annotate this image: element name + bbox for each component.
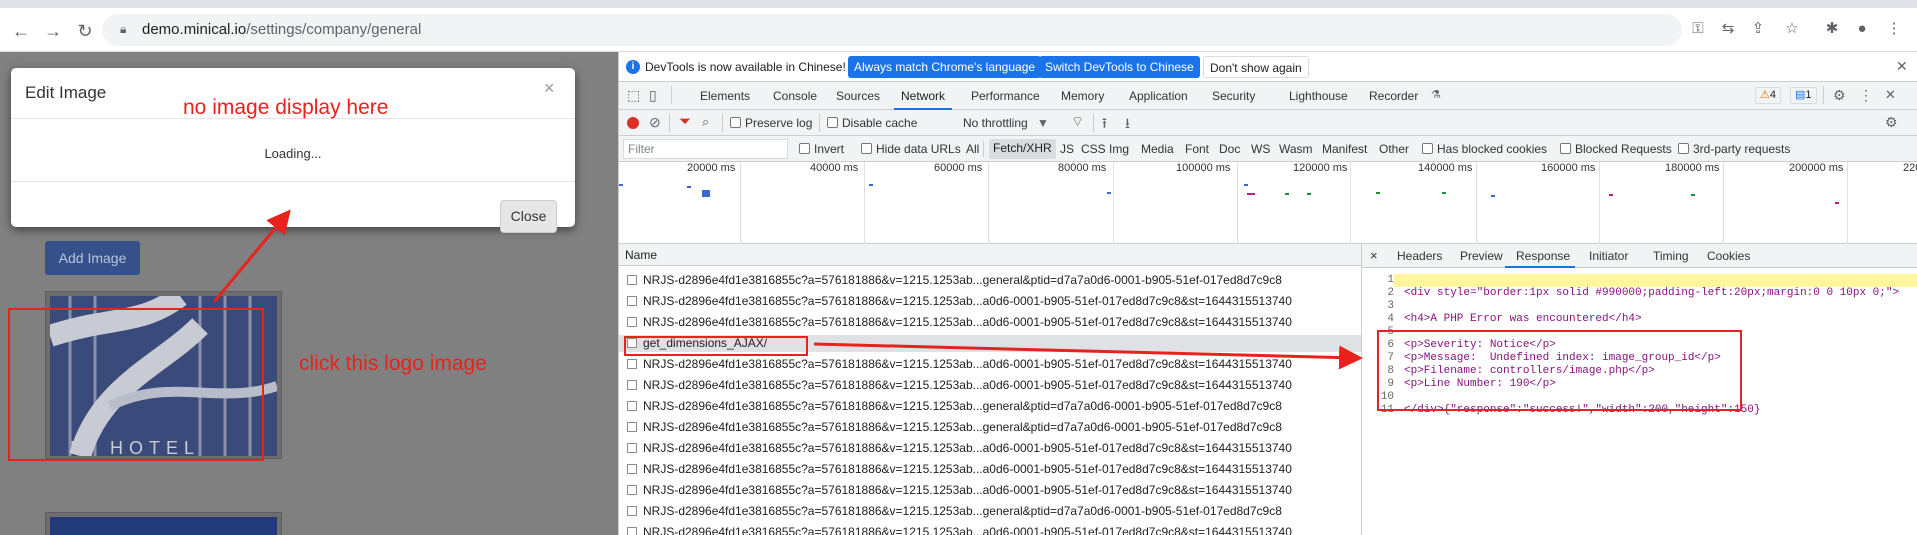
annotation-arrows <box>212 209 1363 370</box>
annotation-arrow-up <box>212 209 291 303</box>
annotation-arrow-right <box>813 342 1363 370</box>
